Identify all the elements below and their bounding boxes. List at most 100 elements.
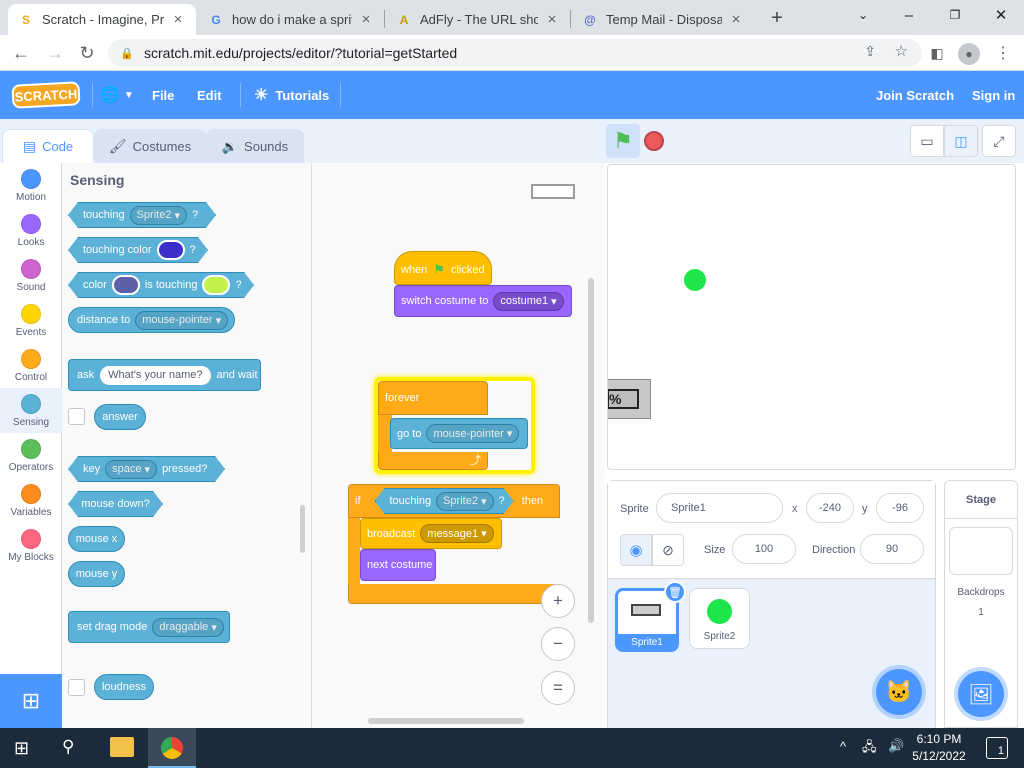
block-touching-condition[interactable]: touching Sprite2 ▾ ? (375, 488, 514, 514)
block-when-flag-clicked[interactable]: when ⚑ clicked (394, 251, 492, 285)
hide-sprite-eye-icon[interactable]: ⊘ (652, 534, 684, 566)
block-next-costume[interactable]: next costume (360, 549, 436, 581)
block-answer[interactable]: answer (94, 404, 146, 430)
block-distance-to[interactable]: distance to mouse-pointer ▾ (68, 307, 235, 333)
close-icon[interactable]: × (728, 11, 744, 28)
fullscreen-icon[interactable]: ⤢ (982, 125, 1016, 157)
sidebar-icon[interactable]: ◧ (924, 40, 950, 66)
category-sensing[interactable]: Sensing (0, 388, 62, 433)
y-input[interactable]: -96 (876, 493, 924, 523)
block-touching-color[interactable]: touching color ? (68, 237, 208, 263)
block-ask-and-wait[interactable]: ask What's your name? and wait (68, 359, 261, 391)
browser-tab-scratch[interactable]: S Scratch - Imagine, Prog × (8, 4, 196, 35)
sign-in-link[interactable]: Sign in (972, 71, 1015, 119)
script-horizontal-scrollbar[interactable] (368, 718, 524, 724)
zoom-reset-button[interactable]: = (541, 671, 575, 705)
block-go-to[interactable]: go to mouse-pointer ▾ (390, 418, 528, 449)
tray-chevron-icon[interactable]: ^ (840, 739, 846, 754)
minimize-icon[interactable]: – (886, 0, 932, 30)
stage-selector[interactable]: Stage Backdrops 1 🖼 (944, 480, 1018, 728)
category-sound[interactable]: Sound (0, 253, 62, 298)
choose-sprite-cat-icon[interactable]: 🐱 (876, 669, 922, 715)
notifications-icon[interactable]: 1 (986, 737, 1008, 759)
star-icon[interactable]: ☆ (895, 42, 908, 60)
block-color-is-touching[interactable]: color is touching ? (68, 272, 254, 298)
block-switch-costume[interactable]: switch costume to costume1 ▾ (394, 285, 572, 317)
color-swatch[interactable] (202, 275, 230, 295)
normal-stage-icon[interactable]: ◫ (944, 125, 978, 157)
touching-dropdown[interactable]: Sprite2 ▾ (436, 492, 493, 511)
block-key-pressed[interactable]: key space ▾ pressed? (68, 456, 225, 482)
chrome-taskbar-button[interactable] (148, 728, 196, 768)
choose-backdrop-icon[interactable]: 🖼 (958, 671, 1004, 717)
edit-menu[interactable]: Edit (197, 71, 222, 119)
block-broadcast[interactable]: broadcast message1 ▾ (360, 518, 502, 549)
join-scratch-link[interactable]: Join Scratch (876, 71, 954, 119)
file-menu[interactable]: File (152, 71, 174, 119)
tab-code[interactable]: ▤ Code (2, 129, 94, 163)
costume-dropdown[interactable]: costume1 ▾ (493, 291, 564, 311)
add-extension-button[interactable]: ⊞ (0, 674, 62, 728)
close-icon[interactable]: × (358, 11, 374, 28)
color-swatch[interactable] (112, 275, 140, 295)
back-arrow-icon[interactable]: ← (8, 40, 34, 66)
sprite2-on-stage[interactable] (684, 269, 706, 291)
x-input[interactable]: -240 (806, 493, 854, 523)
restore-icon[interactable]: ❐ (932, 0, 978, 30)
key-dropdown[interactable]: space ▾ (105, 460, 157, 479)
block-forever[interactable]: forever (378, 381, 488, 415)
category-my-blocks[interactable]: My Blocks (0, 523, 62, 568)
tab-costumes[interactable]: 🖌 Costumes (94, 129, 206, 163)
tab-search-icon[interactable]: ⌄ (840, 0, 886, 30)
sprite-name-input[interactable]: Sprite1 (656, 493, 783, 523)
browser-tab-tempmail[interactable]: @ Temp Mail - Disposable × (572, 4, 754, 35)
size-input[interactable]: 100 (732, 534, 796, 564)
broadcast-dropdown[interactable]: message1 ▾ (420, 524, 494, 543)
block-if-then[interactable]: if touching Sprite2 ▾ ? then (348, 484, 560, 518)
browser-tab-adfly[interactable]: A AdFly - The URL shorte × (386, 4, 570, 35)
script-vertical-scrollbar[interactable] (588, 278, 594, 623)
address-bar[interactable]: 🔒 scratch.mit.edu/projects/editor/?tutor… (108, 39, 922, 67)
answer-checkbox[interactable] (68, 408, 85, 425)
profile-icon[interactable]: ● (958, 43, 980, 65)
sprite-tile-sprite2[interactable]: Sprite2 (689, 588, 750, 649)
language-globe-icon[interactable]: 🌐 ▼ (100, 71, 134, 119)
category-events[interactable]: Events (0, 298, 62, 343)
drag-dropdown[interactable]: draggable ▾ (152, 617, 224, 637)
reload-icon[interactable]: ↻ (74, 40, 100, 66)
browser-tab-google[interactable]: G how do i make a sprite × (198, 4, 384, 35)
block-loudness[interactable]: loudness (94, 674, 154, 700)
close-icon[interactable]: × (544, 11, 560, 28)
category-looks[interactable]: Looks (0, 208, 62, 253)
ask-input[interactable]: What's your name? (100, 365, 211, 385)
category-control[interactable]: Control (0, 343, 62, 388)
category-operators[interactable]: Operators (0, 433, 62, 478)
close-icon[interactable]: × (170, 11, 186, 28)
show-sprite-eye-icon[interactable]: ◉ (620, 534, 652, 566)
touching-dropdown[interactable]: Sprite2 ▾ (130, 206, 187, 225)
new-tab-icon[interactable]: + (764, 5, 790, 31)
color-swatch[interactable] (157, 240, 185, 260)
category-motion[interactable]: Motion (0, 163, 62, 208)
small-stage-icon[interactable]: ▭ (910, 125, 944, 157)
palette-scrollbar[interactable] (300, 505, 305, 553)
tutorials-menu[interactable]: ☀ Tutorials (254, 71, 329, 119)
green-flag-icon[interactable]: ⚑ (606, 124, 640, 158)
distance-dropdown[interactable]: mouse-pointer ▾ (135, 310, 229, 330)
window-close-icon[interactable]: ✕ (978, 0, 1024, 30)
category-variables[interactable]: Variables (0, 478, 62, 523)
kebab-menu-icon[interactable]: ⋮ (990, 40, 1016, 66)
zoom-out-button[interactable]: − (541, 627, 575, 661)
stage-canvas[interactable]: % (607, 164, 1016, 470)
go-to-dropdown[interactable]: mouse-pointer ▾ (426, 424, 520, 443)
volume-icon[interactable]: 🔊 (888, 738, 904, 754)
block-mouse-y[interactable]: mouse y (68, 561, 125, 587)
sprite1-on-stage[interactable]: % (608, 379, 651, 419)
zoom-in-button[interactable]: + (541, 584, 575, 618)
clock-date[interactable]: 5/12/2022 (906, 749, 972, 763)
clock-time[interactable]: 6:10 PM (906, 732, 972, 746)
block-touching[interactable]: touching Sprite2 ▾ ? (68, 202, 216, 228)
script-area[interactable]: when ⚑ clicked switch costume to costume… (312, 163, 604, 728)
delete-sprite-trash-icon[interactable]: 🗑 (664, 581, 686, 603)
share-icon[interactable]: ⇪ (864, 43, 876, 60)
